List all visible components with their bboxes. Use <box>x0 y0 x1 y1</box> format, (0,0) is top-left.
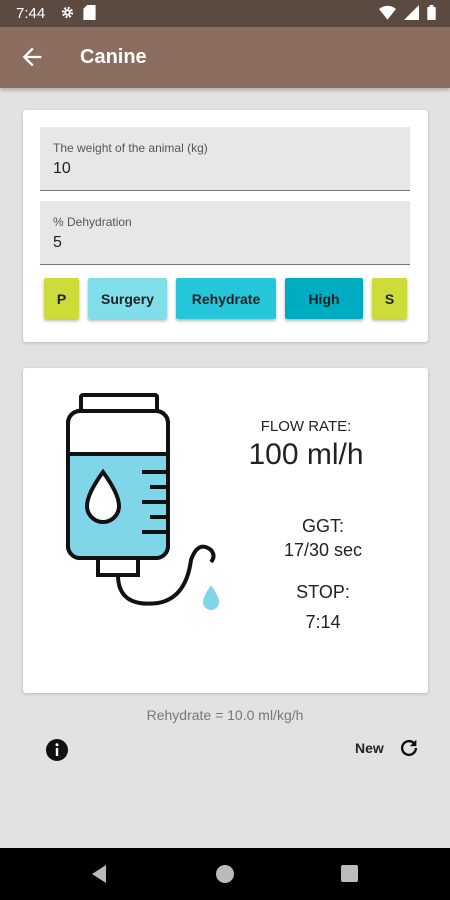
sd-card-icon <box>83 5 96 20</box>
arrow-back-icon[interactable] <box>18 43 46 71</box>
flow-rate-value: 100 ml/h <box>248 438 364 471</box>
ggt-value: 17/30 sec <box>283 540 363 560</box>
app-bar: Canine <box>0 27 450 88</box>
weight-value[interactable]: 10 <box>53 160 71 178</box>
new-label: New <box>355 740 384 756</box>
navigation-bar <box>0 848 450 900</box>
s-button[interactable]: S <box>372 278 407 319</box>
result-card: FLOW RATE: 100 ml/h GGT: 17/30 sec STOP:… <box>23 368 428 693</box>
refresh-icon <box>400 739 417 757</box>
dehydration-field[interactable]: % Dehydration 5 <box>40 201 410 265</box>
ggt-label: GGT: <box>301 516 344 536</box>
dehydration-label: % Dehydration <box>53 215 132 229</box>
nav-back-icon[interactable] <box>90 864 108 884</box>
status-time: 7:44 <box>16 5 46 22</box>
page-title: Canine <box>80 46 147 68</box>
stop-label: STOP: <box>296 582 350 602</box>
info-icon[interactable] <box>45 738 69 762</box>
status-bar: 7:44 <box>0 0 450 27</box>
input-card: The weight of the animal (kg) 10 % Dehyd… <box>23 110 428 342</box>
p-button[interactable]: P <box>44 278 79 319</box>
high-button[interactable]: High <box>285 278 363 319</box>
iv-bag-icon <box>66 393 219 610</box>
weight-field[interactable]: The weight of the animal (kg) 10 <box>40 127 410 191</box>
flow-rate-label: FLOW RATE: <box>260 418 352 435</box>
stop-value: 7:14 <box>305 612 341 632</box>
signal-icon <box>404 5 419 20</box>
nav-recent-icon[interactable] <box>341 865 358 882</box>
new-button[interactable]: New <box>355 737 420 759</box>
rehydrate-rate-text: Rehydrate = 10.0 ml/kg/h <box>146 707 304 723</box>
surgery-button[interactable]: Surgery <box>88 278 167 319</box>
weight-label: The weight of the animal (kg) <box>53 141 208 155</box>
battery-icon <box>427 5 436 20</box>
rehydrate-button[interactable]: Rehydrate <box>176 278 276 319</box>
dehydration-value[interactable]: 5 <box>53 234 62 252</box>
nav-home-icon[interactable] <box>216 865 234 883</box>
wifi-icon <box>379 5 396 20</box>
gear-icon <box>61 6 74 19</box>
